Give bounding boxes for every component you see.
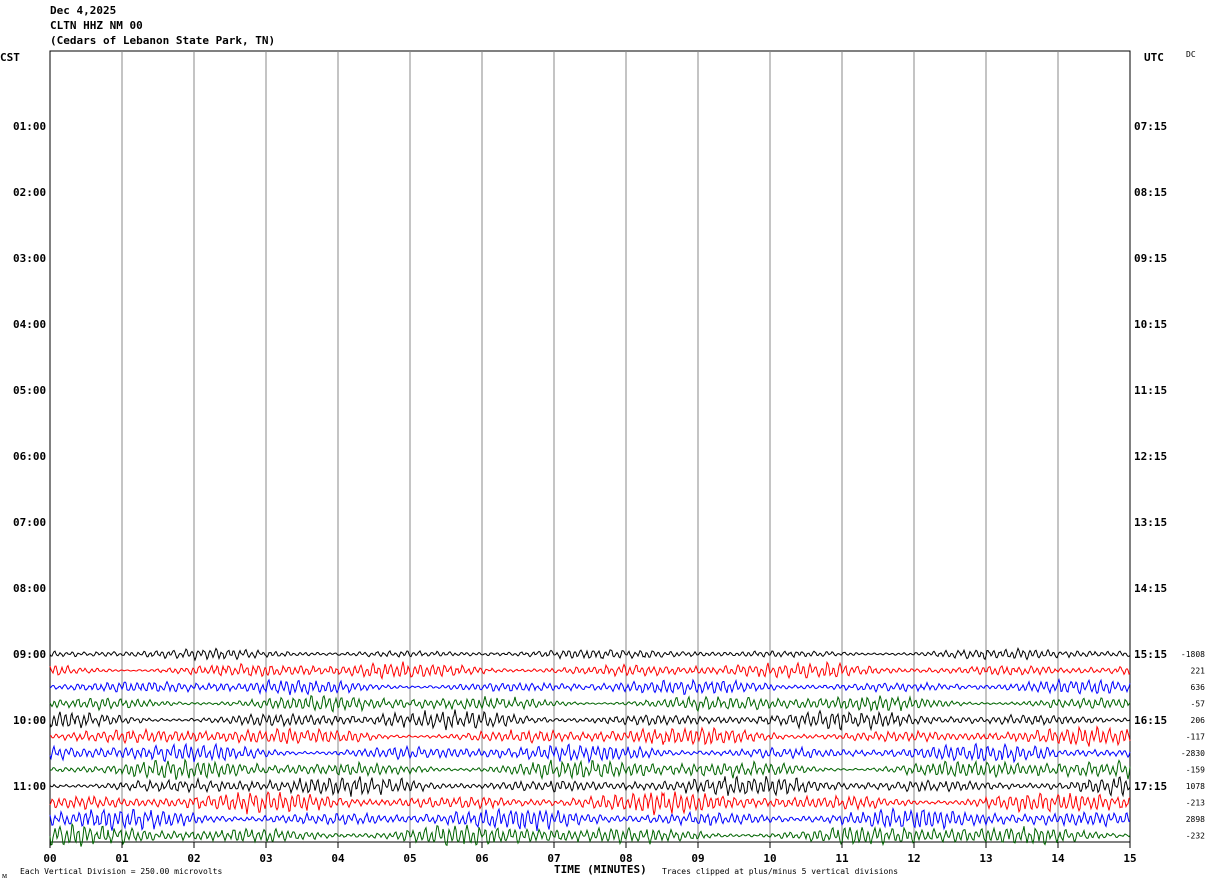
right-hour-label: 08:15 xyxy=(1134,186,1167,199)
x-tick-label: 02 xyxy=(187,852,200,865)
trace-offset-label: -232 xyxy=(1186,832,1205,841)
x-tick-label: 01 xyxy=(115,852,129,865)
footer-marker: ᴍ xyxy=(2,871,7,880)
trace-offset-label: -117 xyxy=(1186,733,1205,742)
footer-scale: Each Vertical Division = 250.00 microvol… xyxy=(20,867,222,876)
x-tick-label: 13 xyxy=(979,852,992,865)
seismic-trace xyxy=(49,807,1131,832)
trace-offset-label: 2898 xyxy=(1186,815,1205,824)
seismic-trace xyxy=(49,694,1131,713)
seismic-trace xyxy=(49,822,1131,847)
trace-offset-label: 221 xyxy=(1191,667,1206,676)
axis-labels: 00 01 02 03 04 05 06 07 08 09 10 11 12 13 14 1501:0002:… xyxy=(13,120,1205,865)
trace-offset-label: 1078 xyxy=(1186,782,1205,791)
footer-clip-note: Traces clipped at plus/minus 5 vertical … xyxy=(662,867,898,876)
right-hour-label: 16:15 xyxy=(1134,714,1167,727)
x-tick-label: 06 xyxy=(475,852,489,865)
x-tick-label: 00 xyxy=(43,852,56,865)
left-hour-label: 10:00 xyxy=(13,714,46,727)
seismic-trace xyxy=(49,791,1131,816)
grid xyxy=(49,50,1131,843)
right-hour-label: 12:15 xyxy=(1134,450,1167,463)
helicorder-chart: CST UTC DC 00 01 02 03 04 05 06 07 08 09 10 11 12 13 1… xyxy=(0,50,1205,880)
trace-offset-label: 206 xyxy=(1191,716,1206,725)
left-hour-label: 01:00 xyxy=(13,120,46,133)
left-timezone-label: CST xyxy=(0,51,20,64)
left-hour-label: 03:00 xyxy=(13,252,46,265)
trace-offset-label: -213 xyxy=(1186,799,1205,808)
x-tick-label: 12 xyxy=(907,852,920,865)
left-hour-label: 06:00 xyxy=(13,450,46,463)
right-timezone-label: UTC xyxy=(1144,51,1164,64)
seismic-trace xyxy=(49,742,1131,764)
seismic-trace xyxy=(49,709,1131,732)
trace-group xyxy=(49,647,1131,847)
trace-offset-label: 636 xyxy=(1191,683,1206,692)
right-hour-label: 15:15 xyxy=(1134,648,1167,661)
left-hour-label: 05:00 xyxy=(13,384,46,397)
plot-frame xyxy=(49,50,1131,843)
left-hour-label: 09:00 xyxy=(13,648,46,661)
x-axis-title: TIME (MINUTES) xyxy=(554,863,647,876)
x-tick-label: 09 xyxy=(691,852,704,865)
left-hour-label: 11:00 xyxy=(13,780,46,793)
right-hour-label: 11:15 xyxy=(1134,384,1167,397)
left-hour-label: 07:00 xyxy=(13,516,46,529)
corner-tag: DC xyxy=(1186,50,1196,59)
seismic-trace xyxy=(49,775,1131,798)
seismic-trace xyxy=(49,647,1131,662)
right-hour-label: 07:15 xyxy=(1134,120,1167,133)
left-hour-label: 08:00 xyxy=(13,582,46,595)
x-tick-label: 10 xyxy=(763,852,776,865)
seismic-trace xyxy=(50,725,1131,747)
left-hour-label: 04:00 xyxy=(13,318,46,331)
right-hour-label: 17:15 xyxy=(1134,780,1167,793)
x-tick-label: 03 xyxy=(259,852,272,865)
right-hour-label: 14:15 xyxy=(1134,582,1167,595)
right-hour-label: 09:15 xyxy=(1134,252,1167,265)
seismic-trace xyxy=(49,758,1131,781)
x-tick-label: 04 xyxy=(331,852,345,865)
right-hour-label: 13:15 xyxy=(1134,516,1167,529)
x-tick-label: 14 xyxy=(1051,852,1065,865)
trace-offset-label: -2830 xyxy=(1181,749,1205,758)
trace-offset-label: -57 xyxy=(1191,700,1206,709)
x-tick-label: 05 xyxy=(403,852,416,865)
x-tick-label: 15 xyxy=(1123,852,1136,865)
seismic-trace xyxy=(49,660,1131,680)
trace-offset-label: -159 xyxy=(1186,766,1205,775)
x-tick-label: 11 xyxy=(835,852,849,865)
left-hour-label: 02:00 xyxy=(13,186,46,199)
seismic-trace xyxy=(49,678,1131,696)
right-hour-label: 10:15 xyxy=(1134,318,1167,331)
trace-offset-label: -1808 xyxy=(1181,650,1205,659)
